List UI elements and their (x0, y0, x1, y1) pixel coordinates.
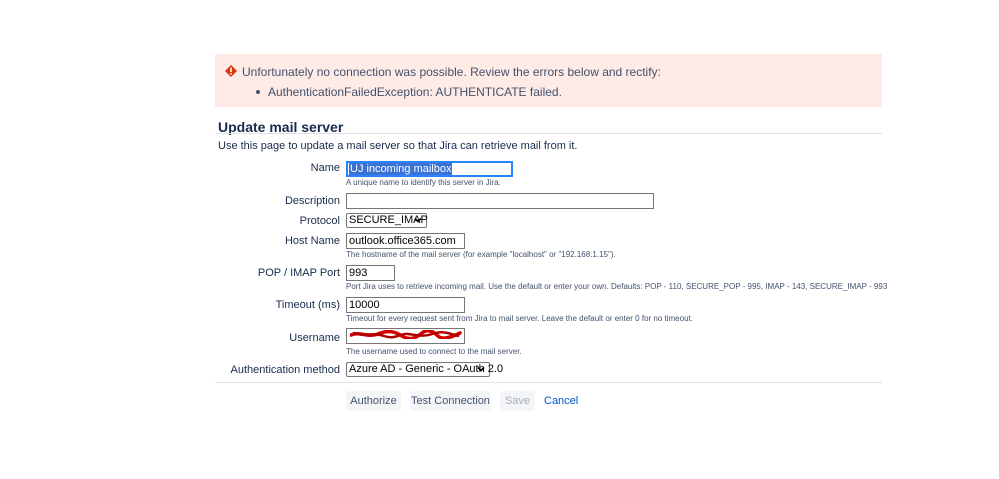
cancel-link[interactable]: Cancel (544, 391, 578, 411)
timeout-help: Timeout for every request sent from Jira… (346, 314, 693, 323)
error-banner: Unfortunately no connection was possible… (215, 54, 882, 107)
error-icon (225, 65, 237, 77)
divider (215, 382, 882, 383)
timeout-input[interactable]: 10000 (346, 297, 465, 313)
protocol-select[interactable]: SECURE_IMAP (346, 213, 428, 228)
name-help: A unique name to identify this server in… (346, 178, 501, 187)
protocol-label: Protocol (299, 215, 340, 227)
name-input[interactable]: UJ incoming mailbox (346, 161, 513, 177)
save-button[interactable]: Save (500, 391, 535, 411)
bullet-dot (256, 90, 260, 94)
port-label: POP / IMAP Port (257, 267, 340, 279)
description-label: Description (284, 195, 340, 207)
redaction-scribble (350, 330, 462, 339)
username-label: Username (289, 332, 340, 344)
error-message: Unfortunately no connection was possible… (242, 65, 661, 79)
chevron-down-icon (414, 217, 422, 223)
error-item: AuthenticationFailedException: AUTHENTIC… (268, 85, 562, 99)
username-help: The username used to connect to the mail… (346, 347, 522, 356)
port-input[interactable]: 993 (346, 265, 395, 281)
timeout-label: Timeout (ms) (275, 299, 340, 311)
test-connection-button[interactable]: Test Connection (410, 391, 491, 411)
auth-method-label: Authentication method (230, 364, 340, 376)
name-label: Name (310, 162, 340, 174)
intro-text: Use this page to update a mail server so… (218, 140, 578, 152)
host-help: The hostname of the mail server (for exa… (346, 250, 616, 259)
authorize-button[interactable]: Authorize (346, 391, 401, 411)
host-input[interactable]: outlook.office365.com (346, 233, 465, 249)
description-input[interactable] (346, 193, 654, 209)
auth-method-select[interactable]: Azure AD - Generic - OAuth 2.0 (346, 362, 503, 377)
chevron-down-icon (477, 366, 485, 372)
port-help: Port Jira uses to retrieve incoming mail… (346, 282, 888, 291)
host-label: Host Name (284, 235, 340, 247)
name-value: UJ incoming mailbox (349, 163, 453, 175)
divider (215, 133, 882, 134)
